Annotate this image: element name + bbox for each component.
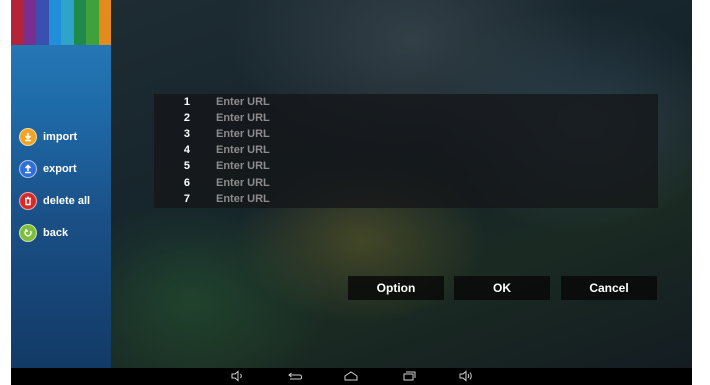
export-button[interactable]: export xyxy=(19,158,77,180)
stripe xyxy=(73,0,86,45)
url-input[interactable]: Enter URL xyxy=(216,96,270,108)
system-nav-bar xyxy=(11,368,692,385)
option-button[interactable]: Option xyxy=(348,276,444,300)
import-button[interactable]: import xyxy=(19,126,77,148)
upload-icon xyxy=(19,160,37,178)
url-input[interactable]: Enter URL xyxy=(216,193,270,205)
stripe xyxy=(98,0,111,45)
url-row[interactable]: 3 Enter URL xyxy=(154,126,658,142)
back-arrow-icon[interactable] xyxy=(286,369,304,383)
url-row-number: 1 xyxy=(183,96,190,108)
url-input[interactable]: Enter URL xyxy=(216,128,270,140)
url-input[interactable]: Enter URL xyxy=(216,112,270,124)
stripe xyxy=(23,0,36,45)
url-row[interactable]: 1 Enter URL xyxy=(154,94,658,110)
url-row[interactable]: 4 Enter URL xyxy=(154,142,658,158)
recent-apps-icon[interactable] xyxy=(400,369,418,383)
sidebar: import export delete all back xyxy=(11,0,111,368)
back-icon xyxy=(19,224,37,242)
download-icon xyxy=(19,128,37,146)
url-list: 1 Enter URL 2 Enter URL 3 Enter URL 4 En… xyxy=(154,94,658,208)
url-input[interactable]: Enter URL xyxy=(216,160,270,172)
import-label: import xyxy=(43,131,78,143)
back-label: back xyxy=(43,227,69,239)
cancel-button[interactable]: Cancel xyxy=(561,276,657,300)
url-row-number: 6 xyxy=(183,177,190,189)
stripe xyxy=(11,0,24,45)
url-row-number: 5 xyxy=(183,160,190,172)
back-button[interactable]: back xyxy=(19,222,68,244)
delete-all-label: delete all xyxy=(43,195,91,207)
stripe xyxy=(36,0,49,45)
url-row-number: 3 xyxy=(183,128,190,140)
url-row-number: 4 xyxy=(183,144,190,156)
url-input[interactable]: Enter URL xyxy=(216,177,270,189)
url-row[interactable]: 6 Enter URL xyxy=(154,175,658,191)
url-input[interactable]: Enter URL xyxy=(216,144,270,156)
url-row[interactable]: 7 Enter URL xyxy=(154,191,658,207)
stripe xyxy=(61,0,74,45)
color-stripes-logo xyxy=(11,0,111,45)
url-row[interactable]: 5 Enter URL xyxy=(154,158,658,174)
delete-all-button[interactable]: delete all xyxy=(19,190,90,212)
volume-down-icon[interactable] xyxy=(229,369,247,383)
stripe xyxy=(86,0,99,45)
url-row-number: 2 xyxy=(183,112,190,124)
volume-up-icon[interactable] xyxy=(458,369,476,383)
url-row[interactable]: 2 Enter URL xyxy=(154,110,658,126)
url-row-number: 7 xyxy=(183,193,190,205)
stripe xyxy=(48,0,61,45)
ok-button[interactable]: OK xyxy=(454,276,550,300)
trash-icon xyxy=(19,192,37,210)
export-label: export xyxy=(43,163,77,175)
tv-screen: import export delete all back 1 Enter UR… xyxy=(11,0,692,385)
home-icon[interactable] xyxy=(342,369,360,383)
